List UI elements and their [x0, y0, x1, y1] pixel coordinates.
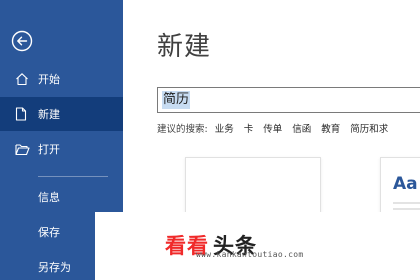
sidebar-item-new[interactable]: 新建 [0, 97, 123, 131]
new-document-icon [15, 106, 33, 122]
sidebar-divider [38, 176, 108, 177]
page-title: 新建 [157, 32, 212, 62]
suggested-search-link[interactable]: 教育 [321, 121, 340, 135]
sidebar-item-label: 开始 [38, 73, 60, 86]
template-preview-text: Aa [393, 174, 418, 194]
sidebar-item-label: 信息 [38, 191, 60, 204]
home-icon [15, 71, 33, 87]
sidebar-item-label: 保存 [38, 226, 60, 239]
sidebar-item-open[interactable]: 打开 [0, 132, 123, 166]
suggested-search-link[interactable]: 卡 [244, 121, 254, 135]
sidebar-item-home[interactable]: 开始 [0, 62, 123, 96]
watermark-url: www.kankantoutiao.com [196, 250, 304, 259]
template-search-input[interactable]: 简历 [157, 87, 420, 113]
back-button[interactable] [11, 30, 33, 52]
sidebar-item-label: 新建 [38, 108, 60, 121]
open-folder-icon [15, 141, 33, 157]
suggested-search-link[interactable]: 信函 [292, 121, 311, 135]
suggested-search-link[interactable]: 业务 [215, 121, 234, 135]
suggested-search-link[interactable]: 简历和求 [350, 121, 388, 135]
back-arrow-icon [11, 30, 33, 52]
search-input-value: 简历 [162, 91, 191, 109]
suggested-searches-label: 建议的搜索: [157, 124, 208, 135]
suggested-searches: 建议的搜索: 业务 卡 传单 信函 教育 简历和求 [157, 121, 420, 135]
sidebar-item-label: 打开 [38, 143, 60, 156]
sidebar-item-label: 另存为 [38, 261, 71, 274]
suggested-search-link[interactable]: 传单 [263, 121, 282, 135]
sidebar-item-info[interactable]: 信息 [0, 180, 123, 214]
watermark-overlay: 看看 头条 www.kankantoutiao.com [95, 212, 420, 280]
